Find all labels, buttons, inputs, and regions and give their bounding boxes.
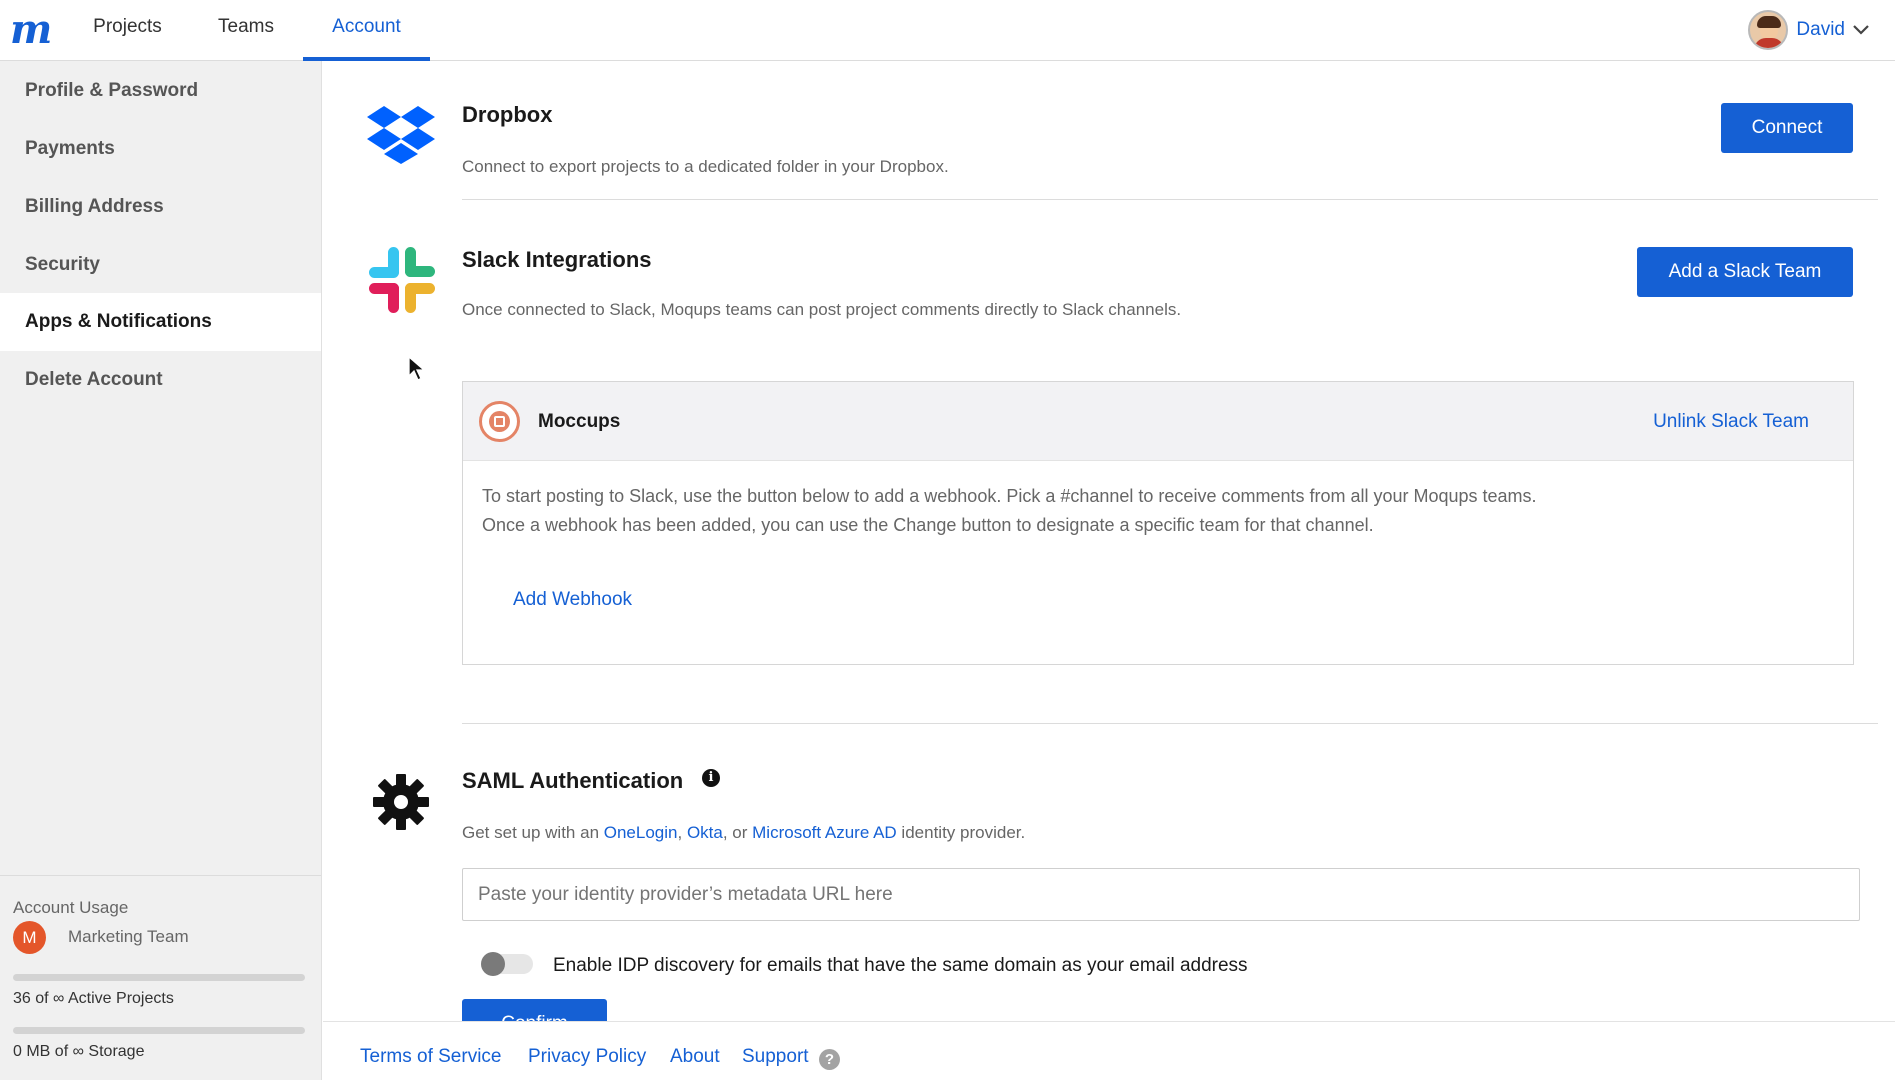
sidebar-item-payments[interactable]: Payments bbox=[0, 120, 321, 178]
account-usage-panel: Account Usage M Marketing Team 36 of ∞ A… bbox=[0, 875, 321, 1080]
saml-desc-prefix: Get set up with an bbox=[462, 823, 604, 842]
slack-icon bbox=[369, 247, 435, 313]
sidebar-item-profile-password[interactable]: Profile & Password bbox=[0, 62, 321, 120]
moqups-logo[interactable]: m bbox=[10, 8, 52, 52]
slack-instructions-line-1: To start posting to Slack, use the butto… bbox=[482, 486, 1537, 506]
tab-teams[interactable]: Teams bbox=[202, 0, 290, 61]
about-link[interactable]: About bbox=[670, 1046, 720, 1068]
slack-title: Slack Integrations bbox=[462, 247, 652, 272]
toggle-knob bbox=[481, 952, 505, 976]
sidebar-item-apps-notifications[interactable]: Apps & Notifications bbox=[0, 293, 321, 351]
saml-title: SAML Authentication bbox=[462, 768, 684, 793]
onelogin-link[interactable]: OneLogin bbox=[604, 823, 678, 842]
unlink-slack-team-link[interactable]: Unlink Slack Team bbox=[1653, 411, 1809, 433]
add-slack-team-button[interactable]: Add a Slack Team bbox=[1637, 247, 1853, 297]
azure-ad-link[interactable]: Microsoft Azure AD bbox=[752, 823, 897, 842]
sidebar-item-billing-address[interactable]: Billing Address bbox=[0, 178, 321, 236]
account-sidebar: Profile & Password Payments Billing Addr… bbox=[0, 61, 322, 1080]
projects-usage-text: 36 of ∞ Active Projects bbox=[13, 990, 174, 1007]
user-name: David bbox=[1796, 19, 1845, 40]
team-badge: M bbox=[13, 921, 46, 954]
storage-usage-text: 0 MB of ∞ Storage bbox=[13, 1043, 145, 1060]
info-icon[interactable]: i bbox=[702, 769, 720, 787]
section-divider bbox=[462, 199, 1878, 200]
gear-icon bbox=[373, 774, 429, 830]
dropbox-icon bbox=[367, 106, 435, 164]
team-name: Marketing Team bbox=[68, 927, 189, 946]
slack-description: Once connected to Slack, Moqups teams ca… bbox=[462, 300, 1182, 319]
saml-desc-suffix: identity provider. bbox=[896, 823, 1026, 842]
okta-link[interactable]: Okta bbox=[687, 823, 723, 842]
idp-discovery-toggle[interactable] bbox=[481, 952, 533, 976]
top-navigation: m Projects Teams Account David bbox=[0, 0, 1895, 61]
sidebar-item-delete-account[interactable]: Delete Account bbox=[0, 351, 321, 409]
account-usage-title: Account Usage bbox=[13, 898, 129, 917]
terms-of-service-link[interactable]: Terms of Service bbox=[360, 1046, 501, 1068]
slack-team-logo-icon bbox=[479, 401, 520, 442]
support-link[interactable]: Support bbox=[742, 1046, 809, 1068]
dropbox-connect-button[interactable]: Connect bbox=[1721, 103, 1853, 153]
privacy-policy-link[interactable]: Privacy Policy bbox=[528, 1046, 646, 1068]
mouse-cursor-icon bbox=[408, 356, 426, 381]
help-icon[interactable]: ? bbox=[819, 1049, 840, 1070]
projects-usage-bar bbox=[13, 974, 305, 981]
saml-description: Get set up with an OneLogin, Okta, or Mi… bbox=[462, 823, 1025, 843]
add-webhook-link[interactable]: Add Webhook bbox=[513, 589, 632, 611]
idp-discovery-label: Enable IDP discovery for emails that hav… bbox=[553, 955, 1248, 976]
slack-team-card: Moccups Unlink Slack Team To start posti… bbox=[462, 381, 1854, 665]
dropbox-description: Connect to export projects to a dedicate… bbox=[462, 157, 949, 176]
metadata-url-input[interactable] bbox=[462, 868, 1860, 921]
tab-projects[interactable]: Projects bbox=[80, 0, 175, 61]
slack-team-header: Moccups Unlink Slack Team bbox=[463, 382, 1853, 461]
saml-desc-sep-1: , bbox=[677, 823, 687, 842]
main-content: Dropbox Connect to export projects to a … bbox=[323, 61, 1895, 1049]
tab-account[interactable]: Account bbox=[303, 0, 430, 61]
user-menu[interactable]: David bbox=[1748, 9, 1869, 51]
storage-usage-bar bbox=[13, 1027, 305, 1034]
saml-desc-sep-2: , or bbox=[722, 823, 753, 842]
chevron-down-icon bbox=[1853, 25, 1869, 35]
sidebar-item-security[interactable]: Security bbox=[0, 236, 321, 294]
dropbox-title: Dropbox bbox=[462, 102, 553, 127]
slack-instructions-line-2: Once a webhook has been added, you can u… bbox=[482, 515, 1374, 535]
footer: Terms of Service Privacy Policy About Su… bbox=[323, 1021, 1895, 1080]
section-divider bbox=[462, 723, 1878, 724]
slack-team-name: Moccups bbox=[538, 411, 621, 432]
avatar bbox=[1748, 10, 1789, 50]
